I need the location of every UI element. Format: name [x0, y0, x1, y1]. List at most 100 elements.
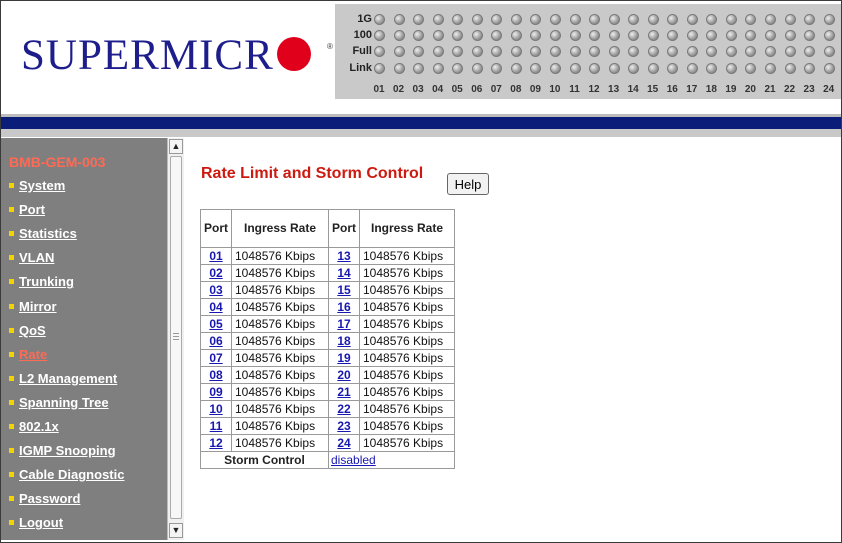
- led-port-number: 20: [744, 84, 756, 95]
- port-link[interactable]: 18: [337, 334, 350, 348]
- table-header-row: Port Ingress Rate Port Ingress Rate: [200, 209, 455, 248]
- port-link[interactable]: 11: [210, 419, 223, 433]
- sidebar-item-cable-diagnostic[interactable]: Cable Diagnostic: [9, 467, 124, 482]
- port-link[interactable]: 01: [209, 249, 222, 263]
- table-row: 12 1048576 Kbips 24 1048576 Kbips: [200, 434, 455, 452]
- led-port-number: 18: [705, 84, 717, 95]
- port-led-icon: [804, 46, 816, 57]
- port-link[interactable]: 15: [337, 283, 350, 297]
- col-rate-header: Ingress Rate: [359, 209, 455, 248]
- port-link[interactable]: 22: [337, 402, 350, 416]
- sidebar-item-rate[interactable]: Rate: [9, 347, 47, 362]
- port-led-icon: [452, 63, 464, 74]
- sidebar-item-port[interactable]: Port: [9, 202, 45, 217]
- bullet-icon: [9, 231, 14, 237]
- port-led-icon: [647, 46, 659, 57]
- port-link[interactable]: 23: [337, 419, 350, 433]
- port-cell: 23: [328, 417, 360, 435]
- sidebar-item-label: 802.1x: [19, 419, 59, 434]
- led-port-number: 05: [451, 84, 463, 95]
- sidebar-item-l2-management[interactable]: L2 Management: [9, 371, 117, 386]
- port-link[interactable]: 05: [209, 317, 222, 331]
- ingress-rate-cell: 1048576 Kbips: [231, 349, 329, 367]
- port-link[interactable]: 02: [209, 266, 222, 280]
- port-cell: 16: [328, 298, 360, 316]
- sidebar-item-vlan[interactable]: VLAN: [9, 250, 54, 265]
- ingress-rate-cell: 1048576 Kbips: [359, 298, 455, 316]
- led-port-number: 13: [608, 84, 620, 95]
- sidebar-item-logout[interactable]: Logout: [9, 515, 63, 530]
- sidebar-item-spanning-tree[interactable]: Spanning Tree: [9, 395, 109, 410]
- registered-mark: ®: [327, 42, 333, 51]
- port-cell: 04: [200, 298, 232, 316]
- port-led-icon: [725, 63, 737, 74]
- sidebar-item-802-1x[interactable]: 802.1x: [9, 419, 59, 434]
- port-link[interactable]: 10: [209, 402, 222, 416]
- scroll-thumb[interactable]: [170, 156, 182, 519]
- sidebar-item-mirror[interactable]: Mirror: [9, 299, 57, 314]
- port-led-icon: [549, 46, 561, 57]
- port-cell: 07: [200, 349, 232, 367]
- led-port-number: 22: [783, 84, 796, 95]
- storm-control-link[interactable]: disabled: [331, 453, 376, 467]
- ingress-rate-cell: 1048576 Kbips: [231, 366, 329, 384]
- port-link[interactable]: 12: [209, 436, 222, 450]
- port-link[interactable]: 17: [337, 317, 350, 331]
- port-led-icon: [608, 46, 620, 57]
- sidebar-item-label: Statistics: [19, 226, 77, 242]
- help-button[interactable]: Help: [447, 173, 489, 195]
- ingress-rate-cell: 1048576 Kbips: [359, 247, 455, 265]
- port-led-icon: [374, 30, 385, 41]
- scroll-down-icon[interactable]: ▼: [169, 523, 183, 538]
- port-link[interactable]: 19: [337, 351, 350, 365]
- port-led-icon: [608, 63, 620, 74]
- port-link[interactable]: 20: [337, 368, 350, 382]
- port-link[interactable]: 21: [337, 385, 350, 399]
- bullet-icon: [9, 207, 14, 213]
- table-row: 10 1048576 Kbips 22 1048576 Kbips: [200, 400, 455, 418]
- port-link[interactable]: 08: [209, 368, 222, 382]
- led-port-number: 08: [510, 84, 522, 95]
- port-cell: 21: [328, 383, 360, 401]
- port-led-icon: [452, 30, 464, 41]
- sidebar-item-igmp-snooping[interactable]: IGMP Snooping: [9, 443, 116, 458]
- led-port-number: 14: [627, 84, 639, 95]
- port-led-icon: [745, 30, 757, 41]
- sidebar-item-qos[interactable]: QoS: [9, 323, 46, 338]
- sidebar-item-system[interactable]: System: [9, 178, 65, 193]
- port-cell: 11: [200, 417, 232, 435]
- port-link[interactable]: 04: [209, 300, 222, 314]
- table-row: 07 1048576 Kbips 19 1048576 Kbips: [200, 349, 455, 367]
- port-link[interactable]: 06: [209, 334, 222, 348]
- col-port-header: Port: [328, 209, 360, 248]
- rate-limit-table: Port Ingress Rate Port Ingress Rate 01 10…: [200, 209, 455, 469]
- port-link[interactable]: 09: [209, 385, 222, 399]
- port-link[interactable]: 16: [337, 300, 350, 314]
- bullet-icon: [9, 448, 14, 454]
- port-link[interactable]: 14: [337, 266, 350, 280]
- port-led-icon: [432, 30, 444, 41]
- scroll-up-icon[interactable]: ▲: [169, 139, 183, 154]
- header-subbar: [1, 129, 841, 137]
- port-led-icon: [510, 63, 522, 74]
- table-row: 03 1048576 Kbips 15 1048576 Kbips: [200, 281, 455, 299]
- port-link[interactable]: 24: [337, 436, 350, 450]
- ingress-rate-cell: 1048576 Kbips: [359, 366, 455, 384]
- port-led-icon: [491, 46, 503, 57]
- port-led-icon: [647, 14, 659, 25]
- sidebar-scrollbar[interactable]: ▲ ▼: [167, 138, 184, 540]
- port-link[interactable]: 07: [209, 351, 222, 365]
- port-link[interactable]: 13: [337, 249, 350, 263]
- port-cell: 17: [328, 315, 360, 333]
- port-cell: 14: [328, 264, 360, 282]
- port-led-icon: [589, 30, 601, 41]
- port-led-icon: [745, 63, 757, 74]
- port-led-icon: [804, 14, 816, 25]
- port-link[interactable]: 03: [209, 283, 222, 297]
- sidebar-item-trunking[interactable]: Trunking: [9, 274, 74, 289]
- sidebar-item-statistics[interactable]: Statistics: [9, 226, 77, 241]
- bullet-icon: [9, 255, 14, 261]
- ingress-rate-cell: 1048576 Kbips: [359, 434, 455, 452]
- bullet-icon: [9, 279, 14, 285]
- sidebar-item-password[interactable]: Password: [9, 491, 80, 506]
